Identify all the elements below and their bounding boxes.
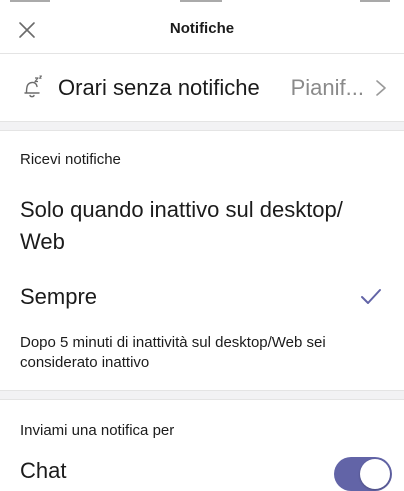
signal-icon: [10, 0, 50, 2]
chevron-right-icon: [376, 80, 386, 96]
option-inactive-only[interactable]: Solo quando inattivo sul desktop/ Web: [20, 194, 384, 258]
battery-icon: [360, 0, 390, 2]
quiet-hours-row[interactable]: Orari senza notifiche Pianif...: [0, 55, 404, 119]
section-divider: [0, 390, 404, 400]
option-always[interactable]: Sempre: [20, 281, 384, 313]
checkmark-icon: [361, 289, 381, 304]
quiet-hours-label: Orari senza notifiche: [58, 75, 260, 100]
receive-section-label: Ricevi notifiche: [20, 151, 121, 168]
section-divider: [0, 121, 404, 131]
notify-section-label: Inviami una notifica per: [20, 422, 175, 439]
header: Notifiche: [0, 6, 404, 54]
status-time: [180, 0, 222, 2]
inactivity-note: Dopo 5 minuti di inattività sul desktop/…: [20, 334, 326, 371]
quiet-hours-value: Pianif...: [290, 75, 364, 100]
bell-snooze-icon: [24, 75, 42, 98]
chat-label: Chat: [20, 458, 67, 483]
toggle-knob: [360, 459, 390, 489]
page-title: Notifiche: [169, 20, 235, 37]
